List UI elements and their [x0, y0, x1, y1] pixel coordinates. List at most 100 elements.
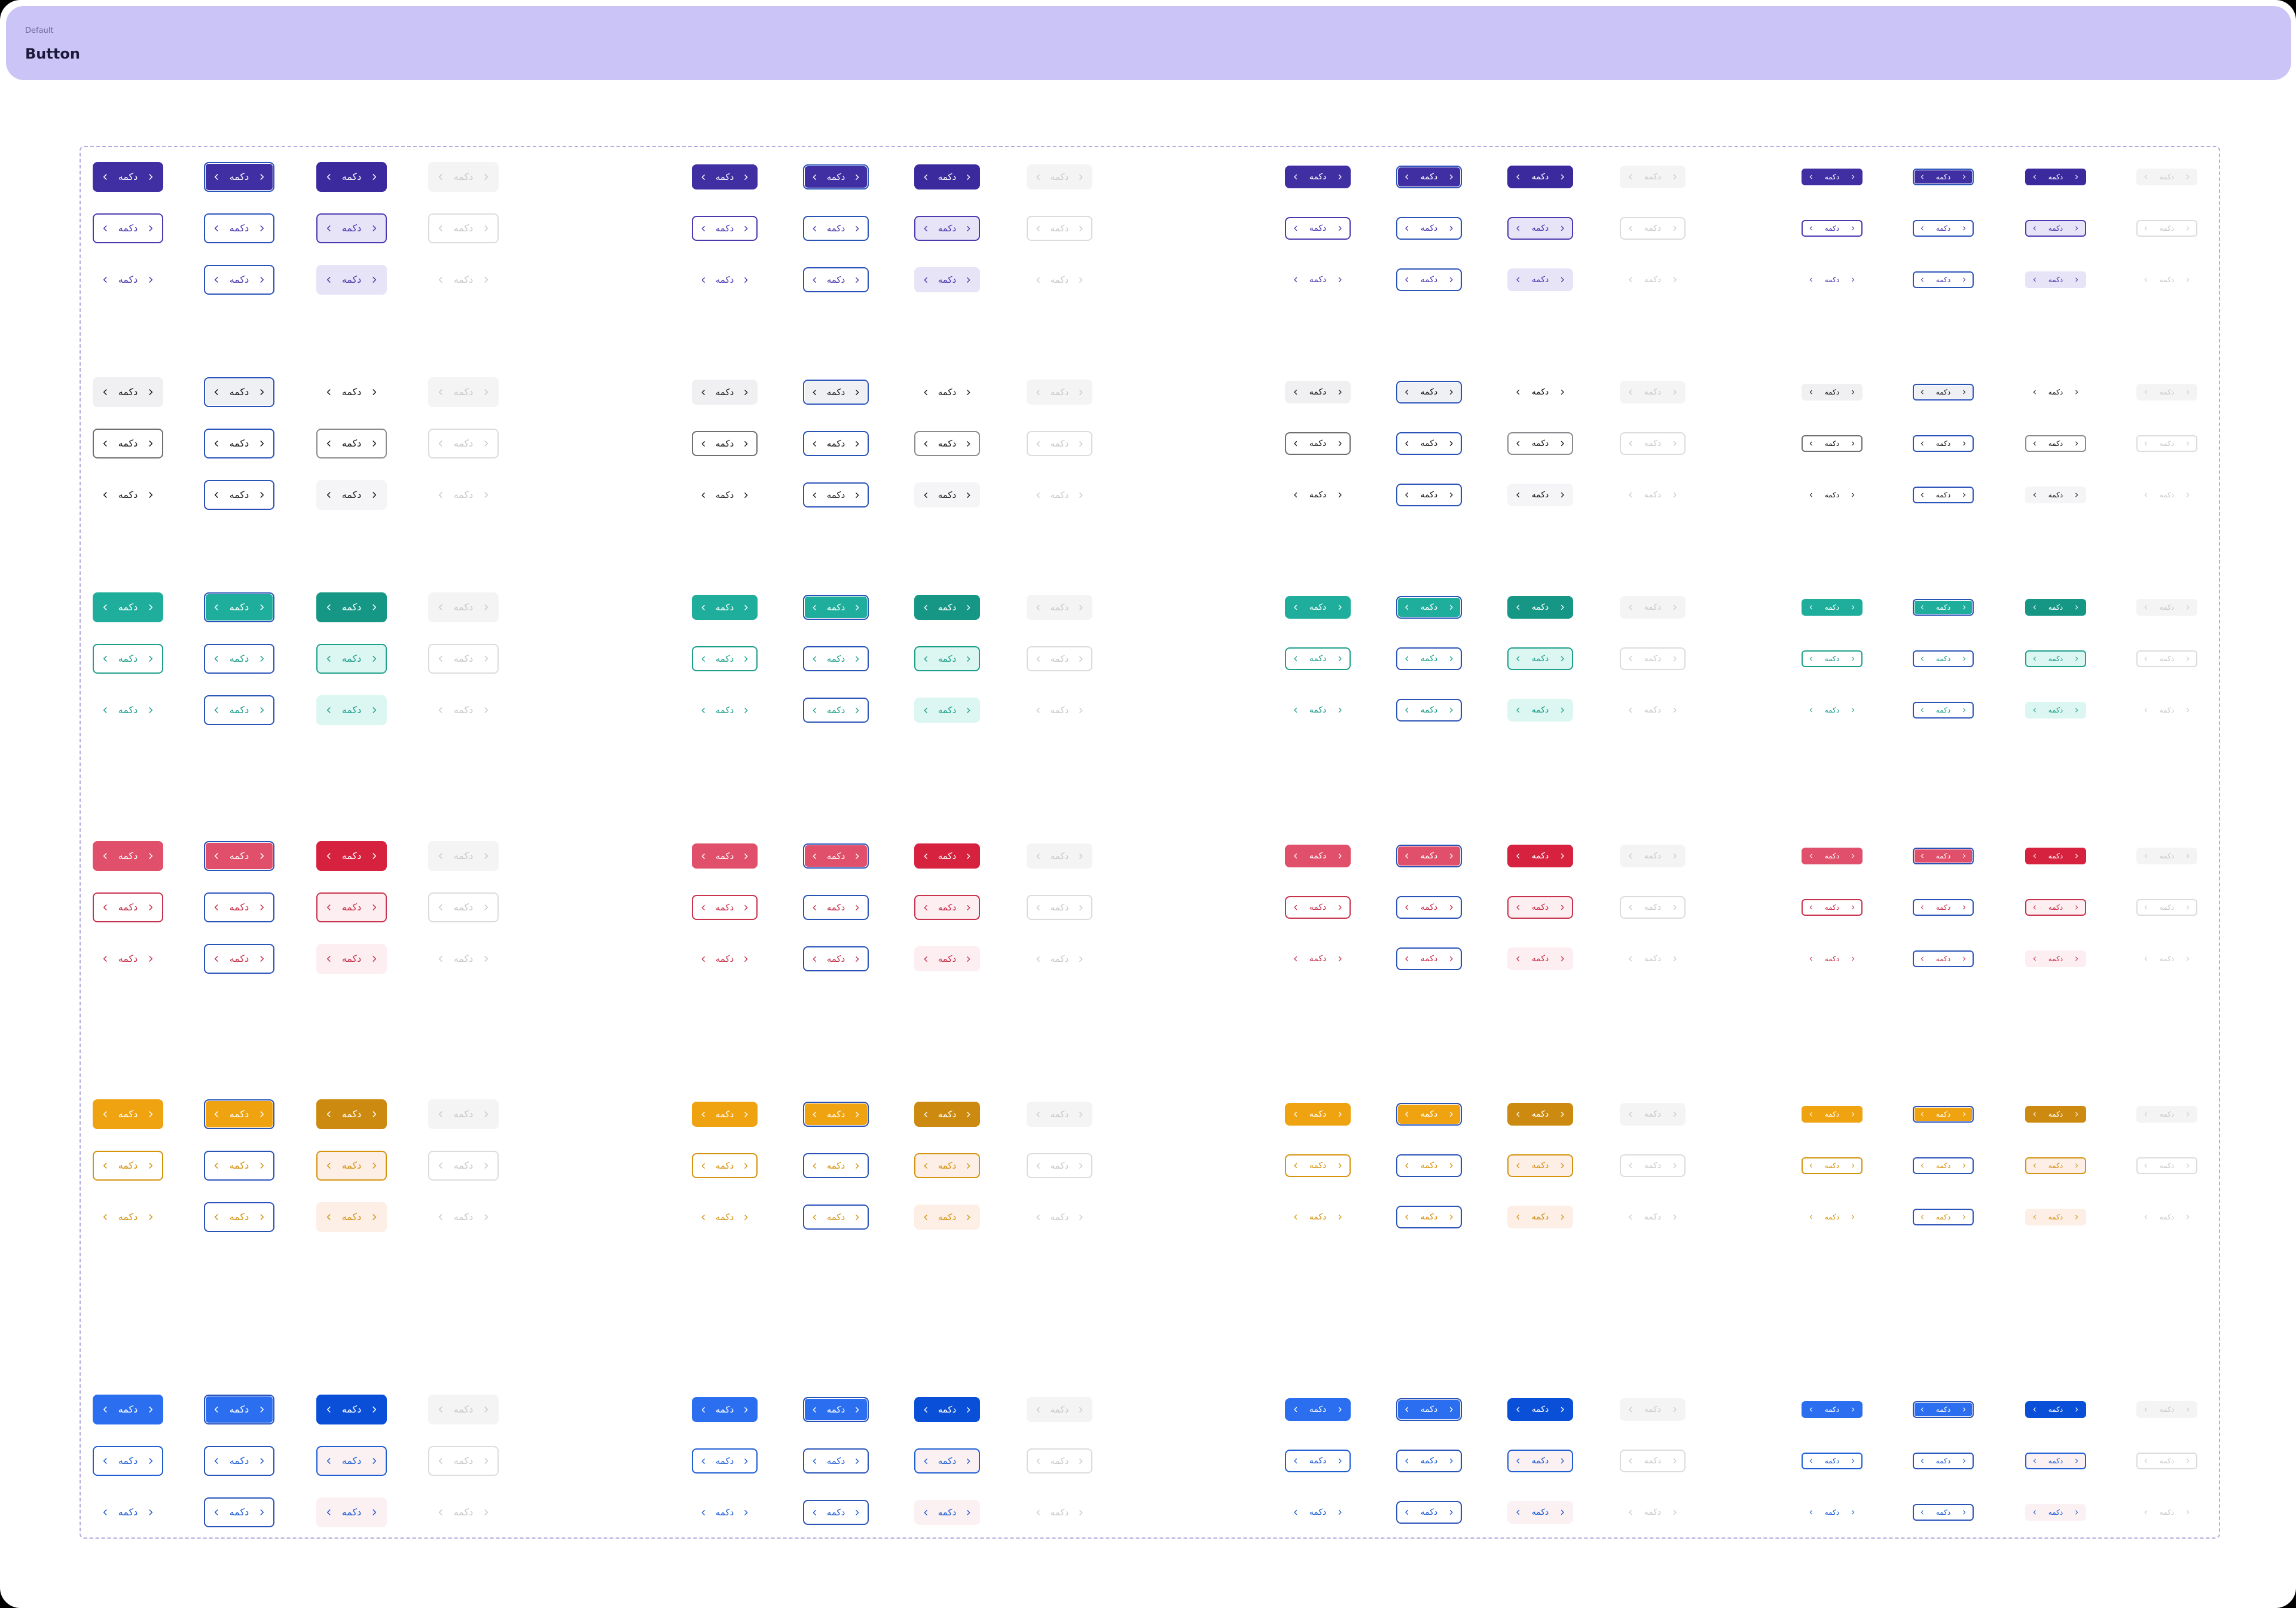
primary-ghost-default-button[interactable]: دکمه [692, 267, 758, 292]
neutral-ghost-default-button[interactable]: دکمه [1285, 484, 1351, 506]
neutral-outline-default-button[interactable]: دکمه [692, 431, 758, 456]
success-filled-focus-button[interactable]: دکمه [803, 595, 869, 620]
info-ghost-default-button[interactable]: دکمه [93, 1497, 163, 1527]
danger-ghost-default-button[interactable]: دکمه [1802, 950, 1863, 967]
danger-outline-pressed-button[interactable]: دکمه [316, 892, 387, 922]
warning-ghost-focus-button[interactable]: دکمه [204, 1202, 274, 1232]
warning-outline-focus-button[interactable]: دکمه [204, 1151, 274, 1181]
warning-ghost-default-button[interactable]: دکمه [1802, 1209, 1863, 1225]
danger-ghost-pressed-button[interactable]: دکمه [316, 944, 387, 974]
success-filled-focus-button[interactable]: دکمه [1396, 596, 1462, 619]
success-filled-default-button[interactable]: دکمه [692, 595, 758, 620]
info-filled-pressed-button[interactable]: دکمه [316, 1395, 387, 1424]
info-outline-default-button[interactable]: دکمه [1802, 1453, 1863, 1469]
primary-outline-default-button[interactable]: دکمه [1802, 220, 1863, 237]
primary-ghost-pressed-button[interactable]: دکمه [914, 267, 980, 292]
info-filled-default-button[interactable]: دکمه [1802, 1401, 1863, 1418]
neutral-filled-default-button[interactable]: دکمه [1285, 381, 1351, 403]
warning-ghost-focus-button[interactable]: دکمه [1913, 1209, 1974, 1225]
success-ghost-pressed-button[interactable]: دکمه [2025, 702, 2086, 719]
danger-ghost-default-button[interactable]: دکمه [692, 946, 758, 971]
warning-filled-focus-button[interactable]: دکمه [204, 1099, 274, 1129]
success-outline-pressed-button[interactable]: دکمه [316, 644, 387, 674]
neutral-ghost-focus-button[interactable]: دکمه [1396, 484, 1462, 506]
info-outline-focus-button[interactable]: دکمه [803, 1448, 869, 1474]
danger-ghost-default-button[interactable]: دکمه [93, 944, 163, 974]
neutral-ghost-default-button[interactable]: دکمه [1802, 487, 1863, 503]
danger-ghost-pressed-button[interactable]: دکمه [2025, 950, 2086, 967]
success-outline-focus-button[interactable]: دکمه [1913, 650, 1974, 667]
success-ghost-focus-button[interactable]: دکمه [204, 695, 274, 725]
danger-ghost-default-button[interactable]: دکمه [1285, 947, 1351, 970]
neutral-filled-default-button[interactable]: دکمه [93, 377, 163, 407]
primary-outline-focus-button[interactable]: دکمه [1913, 220, 1974, 237]
neutral-outline-pressed-button[interactable]: دکمه [2025, 435, 2086, 452]
warning-filled-pressed-button[interactable]: دکمه [316, 1099, 387, 1129]
warning-ghost-pressed-button[interactable]: دکمه [1507, 1206, 1573, 1228]
warning-filled-pressed-button[interactable]: دکمه [1507, 1103, 1573, 1126]
primary-filled-pressed-button[interactable]: دکمه [316, 162, 387, 192]
warning-ghost-default-button[interactable]: دکمه [692, 1205, 758, 1230]
info-ghost-pressed-button[interactable]: دکمه [2025, 1504, 2086, 1521]
neutral-outline-default-button[interactable]: دکمه [1285, 432, 1351, 455]
danger-filled-default-button[interactable]: دکمه [692, 843, 758, 869]
info-filled-default-button[interactable]: دکمه [692, 1397, 758, 1422]
success-outline-focus-button[interactable]: دکمه [1396, 647, 1462, 670]
primary-ghost-pressed-button[interactable]: دکمه [1507, 268, 1573, 291]
primary-ghost-focus-button[interactable]: دکمه [204, 265, 274, 295]
primary-ghost-pressed-button[interactable]: دکمه [316, 265, 387, 295]
success-filled-default-button[interactable]: دکمه [1285, 596, 1351, 619]
danger-outline-default-button[interactable]: دکمه [93, 892, 163, 922]
warning-filled-pressed-button[interactable]: دکمه [2025, 1106, 2086, 1123]
primary-ghost-focus-button[interactable]: دکمه [803, 267, 869, 292]
success-outline-focus-button[interactable]: دکمه [803, 646, 869, 671]
danger-outline-focus-button[interactable]: دکمه [803, 895, 869, 920]
danger-outline-default-button[interactable]: دکمه [692, 895, 758, 920]
neutral-outline-pressed-button[interactable]: دکمه [316, 429, 387, 458]
danger-filled-default-button[interactable]: دکمه [93, 841, 163, 871]
danger-filled-focus-button[interactable]: دکمه [803, 843, 869, 869]
info-ghost-pressed-button[interactable]: دکمه [316, 1497, 387, 1527]
primary-filled-default-button[interactable]: دکمه [692, 164, 758, 189]
neutral-ghost-pressed-button[interactable]: دکمه [316, 480, 387, 510]
info-outline-pressed-button[interactable]: دکمه [1507, 1450, 1573, 1472]
neutral-outline-focus-button[interactable]: دکمه [1396, 432, 1462, 455]
info-outline-pressed-button[interactable]: دکمه [316, 1446, 387, 1476]
info-outline-focus-button[interactable]: دکمه [204, 1446, 274, 1476]
success-ghost-pressed-button[interactable]: دکمه [1507, 699, 1573, 722]
neutral-ghost-default-button[interactable]: دکمه [93, 480, 163, 510]
neutral-ghost-focus-button[interactable]: دکمه [803, 482, 869, 508]
success-filled-default-button[interactable]: دکمه [1802, 599, 1863, 616]
primary-filled-focus-button[interactable]: دکمه [803, 164, 869, 189]
neutral-ghost-pressed-button[interactable]: دکمه [1507, 484, 1573, 506]
warning-outline-pressed-button[interactable]: دکمه [1507, 1154, 1573, 1177]
danger-outline-default-button[interactable]: دکمه [1285, 896, 1351, 919]
danger-ghost-pressed-button[interactable]: دکمه [914, 946, 980, 971]
neutral-filled-focus-button[interactable]: دکمه [1913, 384, 1974, 401]
success-ghost-focus-button[interactable]: دکمه [1396, 699, 1462, 722]
info-ghost-focus-button[interactable]: دکمه [204, 1497, 274, 1527]
primary-ghost-focus-button[interactable]: دکمه [1913, 271, 1974, 288]
danger-ghost-pressed-button[interactable]: دکمه [1507, 947, 1573, 970]
success-ghost-default-button[interactable]: دکمه [1285, 699, 1351, 722]
success-outline-pressed-button[interactable]: دکمه [2025, 650, 2086, 667]
warning-filled-pressed-button[interactable]: دکمه [914, 1102, 980, 1127]
warning-outline-focus-button[interactable]: دکمه [803, 1153, 869, 1178]
neutral-filled-focus-button[interactable]: دکمه [803, 380, 869, 405]
info-filled-focus-button[interactable]: دکمه [803, 1397, 869, 1422]
info-outline-focus-button[interactable]: دکمه [1913, 1453, 1974, 1469]
neutral-outline-pressed-button[interactable]: دکمه [914, 431, 980, 456]
warning-ghost-focus-button[interactable]: دکمه [803, 1205, 869, 1230]
warning-outline-pressed-button[interactable]: دکمه [316, 1151, 387, 1181]
neutral-filled-pressed-button[interactable]: دکمه [316, 377, 387, 407]
warning-ghost-pressed-button[interactable]: دکمه [2025, 1209, 2086, 1225]
warning-ghost-default-button[interactable]: دکمه [1285, 1206, 1351, 1228]
info-ghost-default-button[interactable]: دکمه [1802, 1504, 1863, 1521]
warning-outline-default-button[interactable]: دکمه [692, 1153, 758, 1178]
danger-filled-pressed-button[interactable]: دکمه [914, 843, 980, 869]
info-filled-pressed-button[interactable]: دکمه [2025, 1401, 2086, 1418]
neutral-filled-pressed-button[interactable]: دکمه [2025, 384, 2086, 401]
warning-ghost-pressed-button[interactable]: دکمه [316, 1202, 387, 1232]
success-ghost-focus-button[interactable]: دکمه [803, 698, 869, 723]
danger-filled-pressed-button[interactable]: دکمه [1507, 845, 1573, 867]
